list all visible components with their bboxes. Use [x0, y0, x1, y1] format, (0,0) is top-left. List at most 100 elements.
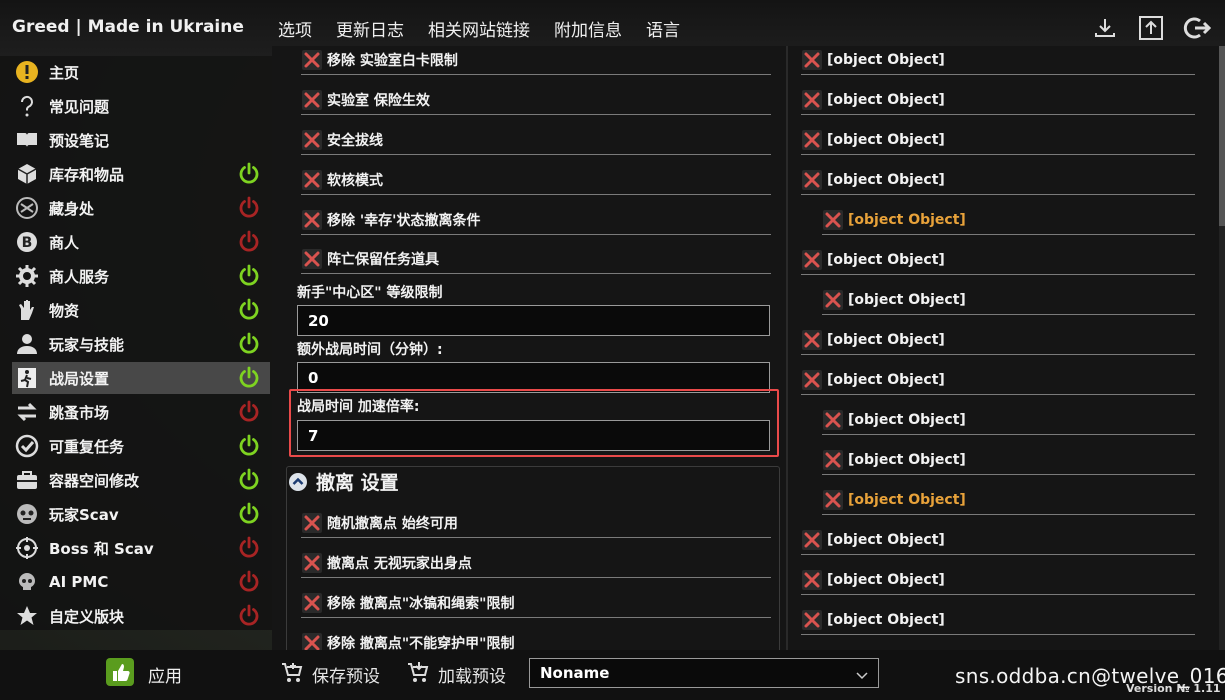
exit-icon[interactable]: [1183, 14, 1211, 42]
menu-options[interactable]: 选项: [278, 16, 312, 41]
sidebar-item-4[interactable]: 藏身处: [12, 192, 270, 224]
right-option-row[interactable]: [object Object]: [801, 605, 1195, 635]
download-icon[interactable]: [1091, 14, 1119, 42]
close-icon[interactable]: [801, 609, 823, 631]
close-icon[interactable]: [301, 169, 323, 191]
power-off-icon[interactable]: [238, 536, 262, 560]
left-option-row[interactable]: 移除 '幸存'状态撤离条件: [301, 205, 771, 235]
right-option-row[interactable]: [object Object]: [801, 525, 1195, 555]
sidebar-item-1[interactable]: 常见问题: [12, 90, 270, 122]
sidebar-item-6[interactable]: 商人服务: [12, 260, 270, 292]
close-icon[interactable]: [822, 449, 844, 471]
power-on-icon[interactable]: [238, 264, 262, 288]
close-icon[interactable]: [801, 569, 823, 591]
close-icon[interactable]: [301, 89, 323, 111]
sidebar-item-16[interactable]: 自定义版块: [12, 600, 270, 632]
close-icon[interactable]: [822, 209, 844, 231]
close-icon[interactable]: [801, 249, 823, 271]
right-option-row[interactable]: [object Object]: [822, 445, 1195, 475]
sidebar-item-13[interactable]: 玩家Scav: [12, 498, 270, 530]
close-icon[interactable]: [801, 129, 823, 151]
right-option-row[interactable]: [object Object]: [801, 245, 1195, 275]
close-icon[interactable]: [801, 329, 823, 351]
sidebar-item-label: 商人服务: [49, 267, 110, 286]
right-option-row[interactable]: [object Object]: [801, 125, 1195, 155]
power-on-icon[interactable]: [238, 434, 262, 458]
upload-icon[interactable]: [1137, 14, 1165, 42]
chevron-up-icon[interactable]: [288, 472, 308, 492]
power-on-icon[interactable]: [238, 502, 262, 526]
preset-select[interactable]: Noname: [529, 658, 879, 688]
close-icon[interactable]: [301, 129, 323, 151]
sidebar-item-0[interactable]: 主页: [12, 56, 270, 88]
extract-section-header[interactable]: 撤离 设置: [288, 468, 399, 495]
sidebar-item-5[interactable]: B 商人: [12, 226, 270, 258]
right-option-row[interactable]: [object Object]: [822, 485, 1195, 515]
option-label: 安全拔线: [327, 132, 383, 149]
right-option-row[interactable]: [object Object]: [801, 325, 1195, 355]
close-icon[interactable]: [801, 49, 823, 71]
right-option-row[interactable]: [object Object]: [822, 285, 1195, 315]
sidebar-item-10[interactable]: 跳蚤市场: [12, 396, 270, 428]
load-preset-button[interactable]: 加载预设: [406, 660, 506, 688]
sidebar-item-15[interactable]: AI PMC: [12, 566, 270, 598]
close-icon[interactable]: [822, 489, 844, 511]
option-label: [object Object]: [827, 371, 945, 388]
option-label: 实验室 保险生效: [327, 92, 430, 109]
scrollbar-thumb[interactable]: [1219, 46, 1225, 226]
right-option-row[interactable]: [object Object]: [801, 165, 1195, 195]
sidebar-item-label: 库存和物品: [49, 165, 125, 184]
power-off-icon[interactable]: [238, 230, 262, 254]
close-icon[interactable]: [301, 248, 323, 270]
close-icon[interactable]: [822, 409, 844, 431]
newbie-level-input[interactable]: 20: [297, 305, 770, 336]
right-option-row[interactable]: [object Object]: [822, 405, 1195, 435]
star-icon: [14, 603, 40, 629]
sidebar-item-label: 常见问题: [49, 97, 110, 116]
power-on-icon[interactable]: [238, 298, 262, 322]
power-off-icon[interactable]: [238, 604, 262, 628]
left-option-row[interactable]: 移除 实验室白卡限制: [301, 45, 771, 75]
sidebar-item-9[interactable]: 战局设置: [12, 362, 270, 394]
right-option-row[interactable]: [object Object]: [801, 85, 1195, 115]
sidebar-item-11[interactable]: 可重复任务: [12, 430, 270, 462]
sidebar-item-12[interactable]: 容器空间修改: [12, 464, 270, 496]
power-off-icon[interactable]: [238, 400, 262, 424]
close-icon[interactable]: [301, 209, 323, 231]
close-icon[interactable]: [301, 49, 323, 71]
sidebar-item-3[interactable]: 库存和物品: [12, 158, 270, 190]
option-label: [object Object]: [827, 571, 945, 588]
sidebar-item-14[interactable]: Boss 和 Scav: [12, 532, 270, 564]
power-on-icon[interactable]: [238, 366, 262, 390]
option-label: 移除 实验室白卡限制: [327, 52, 458, 69]
left-option-row[interactable]: 阵亡保留任务道具: [301, 244, 771, 274]
close-icon[interactable]: [801, 169, 823, 191]
sidebar-item-2[interactable]: 预设笔记: [12, 124, 270, 156]
sidebar-item-7[interactable]: 物资: [12, 294, 270, 326]
left-option-row[interactable]: 软核模式: [301, 165, 771, 195]
menu-language[interactable]: 语言: [646, 16, 680, 41]
exit-door-icon: [14, 365, 40, 391]
menu-extra-info[interactable]: 附加信息: [554, 16, 622, 41]
right-option-row[interactable]: [object Object]: [801, 45, 1195, 75]
close-icon[interactable]: [801, 529, 823, 551]
power-off-icon[interactable]: [238, 196, 262, 220]
menu-changelog[interactable]: 更新日志: [336, 16, 404, 41]
right-option-row[interactable]: [object Object]: [822, 205, 1195, 235]
left-option-row[interactable]: 安全拔线: [301, 125, 771, 155]
right-option-row[interactable]: [object Object]: [801, 365, 1195, 395]
power-on-icon[interactable]: [238, 468, 262, 492]
power-off-icon[interactable]: [238, 570, 262, 594]
power-on-icon[interactable]: [238, 162, 262, 186]
apply-button[interactable]: 应用: [106, 658, 182, 690]
close-icon[interactable]: [822, 289, 844, 311]
power-on-icon[interactable]: [238, 332, 262, 356]
left-option-row[interactable]: 实验室 保险生效: [301, 85, 771, 115]
sidebar-item-8[interactable]: 玩家与技能: [12, 328, 270, 360]
newbie-level-label: 新手"中心区" 等级限制: [297, 285, 443, 301]
save-preset-button[interactable]: 保存预设: [280, 660, 380, 688]
close-icon[interactable]: [801, 89, 823, 111]
close-icon[interactable]: [801, 369, 823, 391]
right-option-row[interactable]: [object Object]: [801, 565, 1195, 595]
menu-links[interactable]: 相关网站链接: [428, 16, 530, 41]
